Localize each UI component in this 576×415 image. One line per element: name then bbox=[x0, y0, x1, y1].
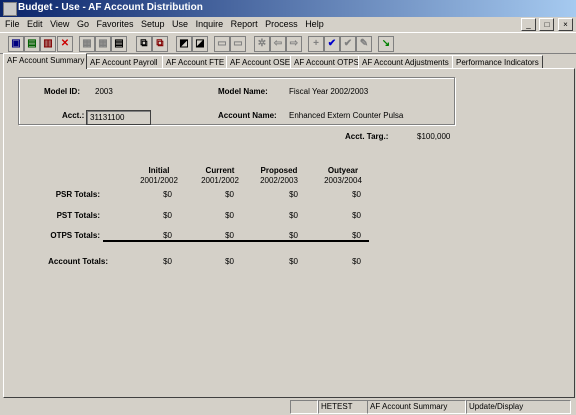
account-name-value: Enhanced Extern Counter Pulsa bbox=[289, 111, 404, 120]
save-all-icon[interactable]: ▤ bbox=[24, 36, 40, 52]
totals-divider bbox=[103, 240, 369, 242]
window-controls: _ □ × bbox=[520, 18, 573, 31]
menu-view[interactable]: View bbox=[50, 17, 69, 31]
copy-icon[interactable]: ⧉ bbox=[136, 36, 152, 52]
menu-use[interactable]: Use bbox=[172, 17, 188, 31]
otps-initial: $0 bbox=[163, 231, 172, 240]
forward-icon[interactable]: ⇨ bbox=[286, 36, 302, 52]
go-icon[interactable]: ↘ bbox=[378, 36, 394, 52]
app-icon bbox=[3, 2, 17, 16]
model-name-label: Model Name: bbox=[218, 87, 268, 96]
col-initial-header: Initial bbox=[148, 166, 170, 175]
menu-favorites[interactable]: Favorites bbox=[96, 17, 133, 31]
menu-bar: File Edit View Go Favorites Setup Use In… bbox=[0, 17, 576, 31]
list-icon[interactable]: ▤ bbox=[111, 36, 127, 52]
acct-field[interactable]: 31131100 bbox=[86, 110, 151, 125]
toolbar: ▣ ▤ ▥ ✕ ▦ ▦ ▤ ⧉ ⧉ ◩ ◪ ▭ ▭ ✲ ⇦ ⇨ + ✔ ✔ ✎ … bbox=[0, 32, 576, 54]
total-initial: $0 bbox=[163, 257, 172, 266]
account-totals-label: Account Totals: bbox=[48, 257, 108, 266]
grid-alt-icon[interactable]: ▦ bbox=[95, 36, 111, 52]
add-icon[interactable]: + bbox=[308, 36, 324, 52]
account-name-label: Account Name: bbox=[218, 111, 277, 120]
otps-outyear: $0 bbox=[352, 231, 361, 240]
record-alt-icon[interactable]: ▭ bbox=[230, 36, 246, 52]
record-icon[interactable]: ▭ bbox=[214, 36, 230, 52]
save-icon[interactable]: ▣ bbox=[8, 36, 24, 52]
psr-proposed: $0 bbox=[289, 190, 298, 199]
status-bar: HETEST AF Account Summary Update/Display bbox=[0, 399, 576, 415]
model-name-value: Fiscal Year 2002/2003 bbox=[289, 87, 369, 96]
close-button[interactable]: × bbox=[558, 18, 573, 31]
menu-process[interactable]: Process bbox=[265, 17, 298, 31]
col-proposed-years: 2002/2003 bbox=[260, 176, 298, 185]
col-current-header: Current bbox=[205, 166, 235, 175]
psr-initial: $0 bbox=[163, 190, 172, 199]
acct-targ-label: Acct. Targ.: bbox=[345, 132, 389, 141]
window-title: Budget - Use - AF Account Distribution bbox=[18, 2, 203, 13]
pst-current: $0 bbox=[225, 211, 234, 220]
col-proposed-header: Proposed bbox=[260, 166, 298, 175]
maximize-button[interactable]: □ bbox=[539, 18, 555, 31]
menu-go[interactable]: Go bbox=[77, 17, 89, 31]
psr-current: $0 bbox=[225, 190, 234, 199]
title-bar: Budget - Use - AF Account Distribution bbox=[0, 0, 576, 17]
col-initial-years: 2001/2002 bbox=[140, 176, 178, 185]
account-info-group: Model ID: 2003 Model Name: Fiscal Year 2… bbox=[18, 77, 455, 125]
tab-performance-indicators[interactable]: Performance Indicators bbox=[452, 55, 543, 69]
status-mode: Update/Display bbox=[466, 400, 571, 414]
menu-inquire[interactable]: Inquire bbox=[196, 17, 224, 31]
model-id-value: 2003 bbox=[95, 87, 113, 96]
status-tab: AF Account Summary bbox=[367, 400, 466, 414]
total-outyear: $0 bbox=[352, 257, 361, 266]
back-icon[interactable]: ⇦ bbox=[270, 36, 286, 52]
col-outyear-header: Outyear bbox=[327, 166, 359, 175]
menu-report[interactable]: Report bbox=[231, 17, 258, 31]
pencil-icon[interactable]: ✎ bbox=[356, 36, 372, 52]
acct-targ-value: $100,000 bbox=[417, 132, 451, 141]
check-all-icon[interactable]: ✔ bbox=[340, 36, 356, 52]
menu-setup[interactable]: Setup bbox=[141, 17, 165, 31]
menu-edit[interactable]: Edit bbox=[27, 17, 43, 31]
otps-proposed: $0 bbox=[289, 231, 298, 240]
status-blank-panel bbox=[290, 400, 318, 414]
menu-help[interactable]: Help bbox=[305, 17, 324, 31]
save-close-icon[interactable]: ▥ bbox=[40, 36, 56, 52]
tab-af-account-payroll[interactable]: AF Account Payroll bbox=[86, 55, 163, 69]
edit-icon[interactable]: ◩ bbox=[176, 36, 192, 52]
tab-af-account-fte[interactable]: AF Account FTE bbox=[162, 55, 229, 69]
menu-file[interactable]: File bbox=[5, 17, 20, 31]
summary-pane: Model ID: 2003 Model Name: Fiscal Year 2… bbox=[3, 68, 575, 398]
find-icon[interactable]: ◪ bbox=[192, 36, 208, 52]
status-user: HETEST bbox=[318, 400, 368, 414]
tab-af-account-ose[interactable]: AF Account OSE bbox=[226, 55, 293, 69]
paste-icon[interactable]: ⧉ bbox=[152, 36, 168, 52]
acct-label: Acct.: bbox=[62, 111, 85, 120]
total-current: $0 bbox=[225, 257, 234, 266]
otps-current: $0 bbox=[225, 231, 234, 240]
model-id-label: Model ID: bbox=[44, 87, 80, 96]
otps-totals-label: OTPS Totals: bbox=[50, 231, 100, 240]
psr-totals-label: PSR Totals: bbox=[55, 190, 100, 199]
settings-icon[interactable]: ✲ bbox=[254, 36, 270, 52]
col-outyear-years: 2003/2004 bbox=[324, 176, 362, 185]
pst-outyear: $0 bbox=[352, 211, 361, 220]
grid-icon[interactable]: ▦ bbox=[79, 36, 95, 52]
tab-af-account-adjustments[interactable]: AF Account Adjustments bbox=[358, 55, 455, 69]
col-current-years: 2001/2002 bbox=[201, 176, 239, 185]
pst-proposed: $0 bbox=[289, 211, 298, 220]
tab-af-account-otps[interactable]: AF Account OTPS bbox=[290, 55, 361, 69]
pst-totals-label: PST Totals: bbox=[56, 211, 100, 220]
tab-af-account-summary[interactable]: AF Account Summary bbox=[3, 53, 87, 69]
pst-initial: $0 bbox=[163, 211, 172, 220]
check-icon[interactable]: ✔ bbox=[324, 36, 340, 52]
delete-icon[interactable]: ✕ bbox=[57, 36, 73, 52]
psr-outyear: $0 bbox=[352, 190, 361, 199]
minimize-button[interactable]: _ bbox=[520, 18, 536, 31]
total-proposed: $0 bbox=[289, 257, 298, 266]
